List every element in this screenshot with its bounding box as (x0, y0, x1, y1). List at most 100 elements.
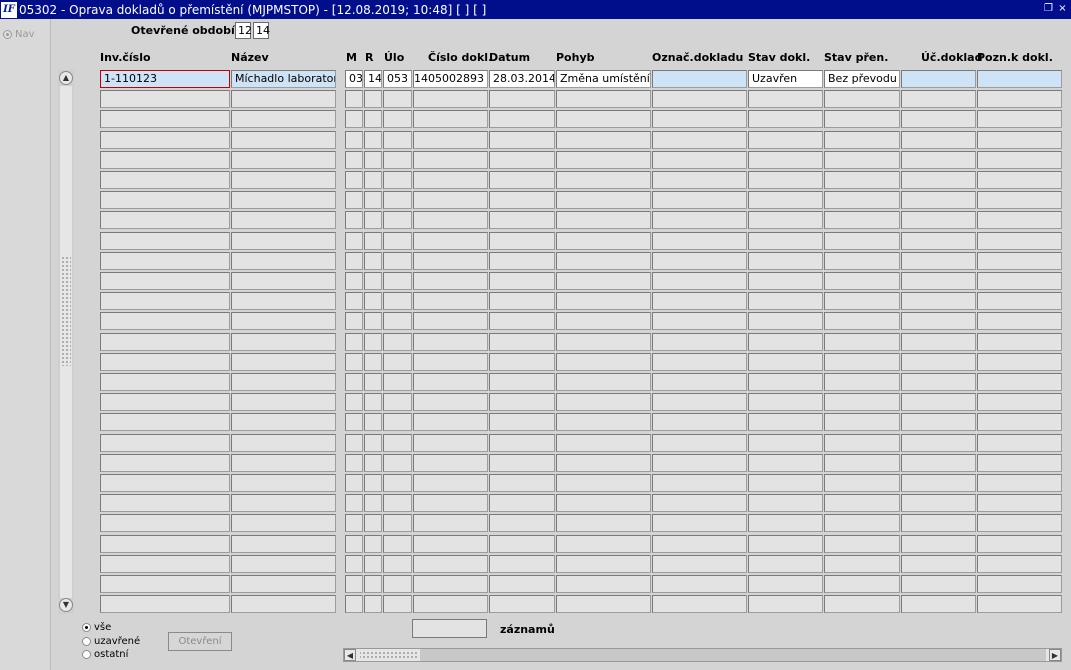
cell-pozn[interactable] (977, 333, 1062, 351)
cell-m[interactable] (345, 434, 363, 452)
cell-cislo[interactable] (413, 232, 488, 250)
cell-ucdok[interactable] (901, 514, 976, 532)
cell-stav[interactable] (748, 292, 823, 310)
cell-inv[interactable] (100, 393, 230, 411)
cell-datum[interactable] (489, 373, 555, 391)
cell-pohyb[interactable] (556, 171, 651, 189)
cell-m[interactable] (345, 555, 363, 573)
cell-oznac[interactable] (652, 373, 747, 391)
cell-datum[interactable] (489, 413, 555, 431)
cell-r[interactable] (364, 535, 382, 553)
cell-stavpr[interactable] (824, 312, 900, 330)
cell-ucdok[interactable] (901, 312, 976, 330)
cell-r[interactable] (364, 393, 382, 411)
cell-cislo[interactable] (413, 171, 488, 189)
cell-pohyb[interactable] (556, 151, 651, 169)
cell-pohyb[interactable] (556, 312, 651, 330)
cell-inv[interactable] (100, 514, 230, 532)
cell-stav[interactable] (748, 211, 823, 229)
radio-button-icon[interactable] (82, 637, 91, 646)
cell-ucdok[interactable] (901, 353, 976, 371)
scrollbar-thumb[interactable] (61, 256, 71, 366)
cell-ulo[interactable] (383, 434, 412, 452)
cell-datum[interactable]: 28.03.2014 1 (489, 70, 555, 88)
open-button[interactable]: Otevření (168, 632, 232, 651)
cell-pozn[interactable] (977, 454, 1062, 472)
cell-pozn[interactable] (977, 514, 1062, 532)
cell-datum[interactable] (489, 252, 555, 270)
cell-datum[interactable] (489, 272, 555, 290)
cell-pohyb[interactable] (556, 373, 651, 391)
cell-ulo[interactable] (383, 575, 412, 593)
cell-stav[interactable] (748, 333, 823, 351)
cell-oznac[interactable] (652, 413, 747, 431)
cell-pozn[interactable] (977, 171, 1062, 189)
cell-inv[interactable] (100, 474, 230, 492)
cell-r[interactable] (364, 90, 382, 108)
cell-datum[interactable] (489, 292, 555, 310)
cell-m[interactable] (345, 191, 363, 209)
cell-datum[interactable] (489, 434, 555, 452)
horizontal-scrollbar-thumb[interactable] (360, 650, 418, 660)
cell-pozn[interactable] (977, 272, 1062, 290)
cell-ulo[interactable] (383, 211, 412, 229)
cell-ulo[interactable]: 053 (383, 70, 412, 88)
cell-pozn[interactable] (977, 232, 1062, 250)
cell-ucdok[interactable] (901, 474, 976, 492)
cell-m[interactable] (345, 454, 363, 472)
radio-button-icon[interactable] (82, 650, 91, 659)
cell-nazev[interactable] (231, 90, 336, 108)
cell-pozn[interactable] (977, 70, 1062, 88)
cell-cislo[interactable] (413, 211, 488, 229)
cell-nazev[interactable] (231, 413, 336, 431)
cell-r[interactable] (364, 191, 382, 209)
cell-cislo[interactable] (413, 575, 488, 593)
scroll-up-icon[interactable]: ▲ (59, 71, 73, 85)
cell-ulo[interactable] (383, 312, 412, 330)
cell-datum[interactable] (489, 110, 555, 128)
cell-pohyb[interactable] (556, 494, 651, 512)
scroll-down-icon[interactable]: ▼ (59, 598, 73, 612)
cell-pohyb[interactable]: Změna umístění v r (556, 70, 651, 88)
scroll-right-icon[interactable]: ▶ (1049, 649, 1061, 661)
cell-cislo[interactable] (413, 292, 488, 310)
cell-cislo[interactable] (413, 494, 488, 512)
cell-pohyb[interactable] (556, 353, 651, 371)
cell-stav[interactable] (748, 373, 823, 391)
cell-m[interactable] (345, 494, 363, 512)
cell-oznac[interactable] (652, 272, 747, 290)
cell-ucdok[interactable] (901, 131, 976, 149)
cell-pohyb[interactable] (556, 333, 651, 351)
cell-m[interactable] (345, 252, 363, 270)
cell-ulo[interactable] (383, 393, 412, 411)
cell-oznac[interactable] (652, 292, 747, 310)
cell-pohyb[interactable] (556, 211, 651, 229)
cell-stavpr[interactable]: Bez převodu d (824, 70, 900, 88)
cell-inv[interactable] (100, 373, 230, 391)
cell-pohyb[interactable] (556, 191, 651, 209)
cell-datum[interactable] (489, 595, 555, 613)
cell-nazev[interactable] (231, 272, 336, 290)
cell-stavpr[interactable] (824, 191, 900, 209)
radio-button-icon[interactable] (82, 623, 91, 632)
cell-m[interactable] (345, 232, 363, 250)
nav-toggle[interactable]: Nav (3, 29, 35, 40)
cell-stavpr[interactable] (824, 333, 900, 351)
cell-stavpr[interactable] (824, 353, 900, 371)
cell-stavpr[interactable] (824, 232, 900, 250)
cell-pohyb[interactable] (556, 474, 651, 492)
cell-datum[interactable] (489, 353, 555, 371)
cell-nazev[interactable] (231, 393, 336, 411)
restore-icon[interactable]: ❐ (1043, 3, 1054, 14)
cell-pozn[interactable] (977, 292, 1062, 310)
cell-ulo[interactable] (383, 151, 412, 169)
period-month-field[interactable]: 12 (235, 22, 252, 39)
cell-r[interactable] (364, 434, 382, 452)
cell-r[interactable] (364, 555, 382, 573)
cell-m[interactable] (345, 535, 363, 553)
cell-nazev[interactable] (231, 353, 336, 371)
horizontal-scrollbar-track[interactable] (420, 649, 1046, 661)
cell-ucdok[interactable] (901, 191, 976, 209)
cell-ucdok[interactable] (901, 575, 976, 593)
filter-option[interactable]: ostatní (82, 649, 128, 660)
